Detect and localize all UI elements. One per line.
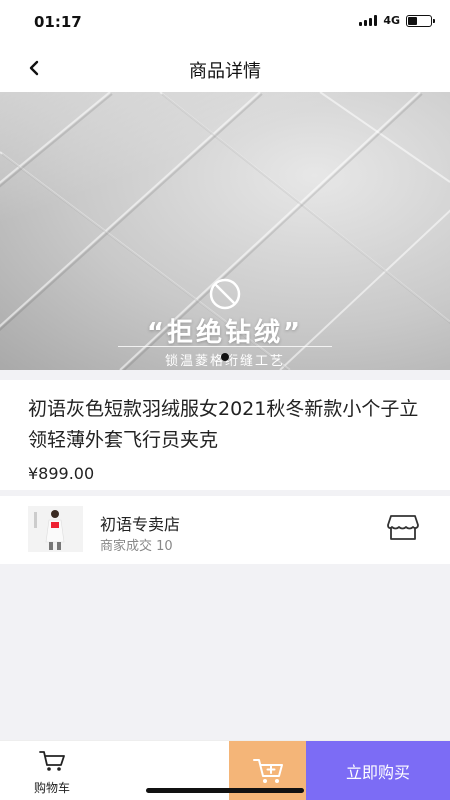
store-icon[interactable] [386, 512, 420, 544]
home-indicator[interactable] [146, 788, 304, 793]
product-info: 初语灰色短款羽绒服女2021秋冬新款小个子立领轻薄外套飞行员夹克 ¥899.00 [0, 380, 450, 490]
cart-add-icon [252, 759, 283, 783]
status-time: 01:17 [34, 13, 82, 31]
product-image-carousel[interactable]: “拒绝钻绒” 锁温菱格绗缝工艺 [0, 92, 450, 370]
shop-avatar [28, 506, 83, 552]
product-price: ¥899.00 [28, 464, 95, 483]
battery-icon [406, 14, 435, 27]
cart-icon [39, 751, 65, 771]
shop-name: 初语专卖店 [100, 515, 181, 534]
page-title: 商品详情 [189, 61, 261, 82]
status-bar: 01:17 4G [0, 0, 450, 44]
buy-now-button[interactable]: 立即购买 [306, 741, 450, 800]
banner-divider [118, 346, 332, 347]
nav-bar: 商品详情 [0, 44, 450, 92]
prohibited-icon [209, 278, 241, 310]
network-type: 4G [383, 14, 400, 27]
carousel-indicator-dot[interactable] [221, 353, 229, 361]
shop-avatar-image [28, 506, 83, 552]
battery-level [408, 16, 417, 25]
banner-headline: “拒绝钻绒” [146, 318, 304, 348]
signal-icon [359, 15, 378, 26]
product-title: 初语灰色短款羽绒服女2021秋冬新款小个子立领轻薄外套飞行员夹克 [28, 398, 419, 451]
cart-tab[interactable]: 购物车 [24, 749, 80, 797]
shop-deal-count: 商家成交 10 [100, 539, 173, 554]
status-indicators: 4G [359, 14, 435, 27]
cart-tab-label: 购物车 [33, 781, 70, 795]
shop-row[interactable]: 初语专卖店 商家成交 10 [0, 496, 450, 564]
